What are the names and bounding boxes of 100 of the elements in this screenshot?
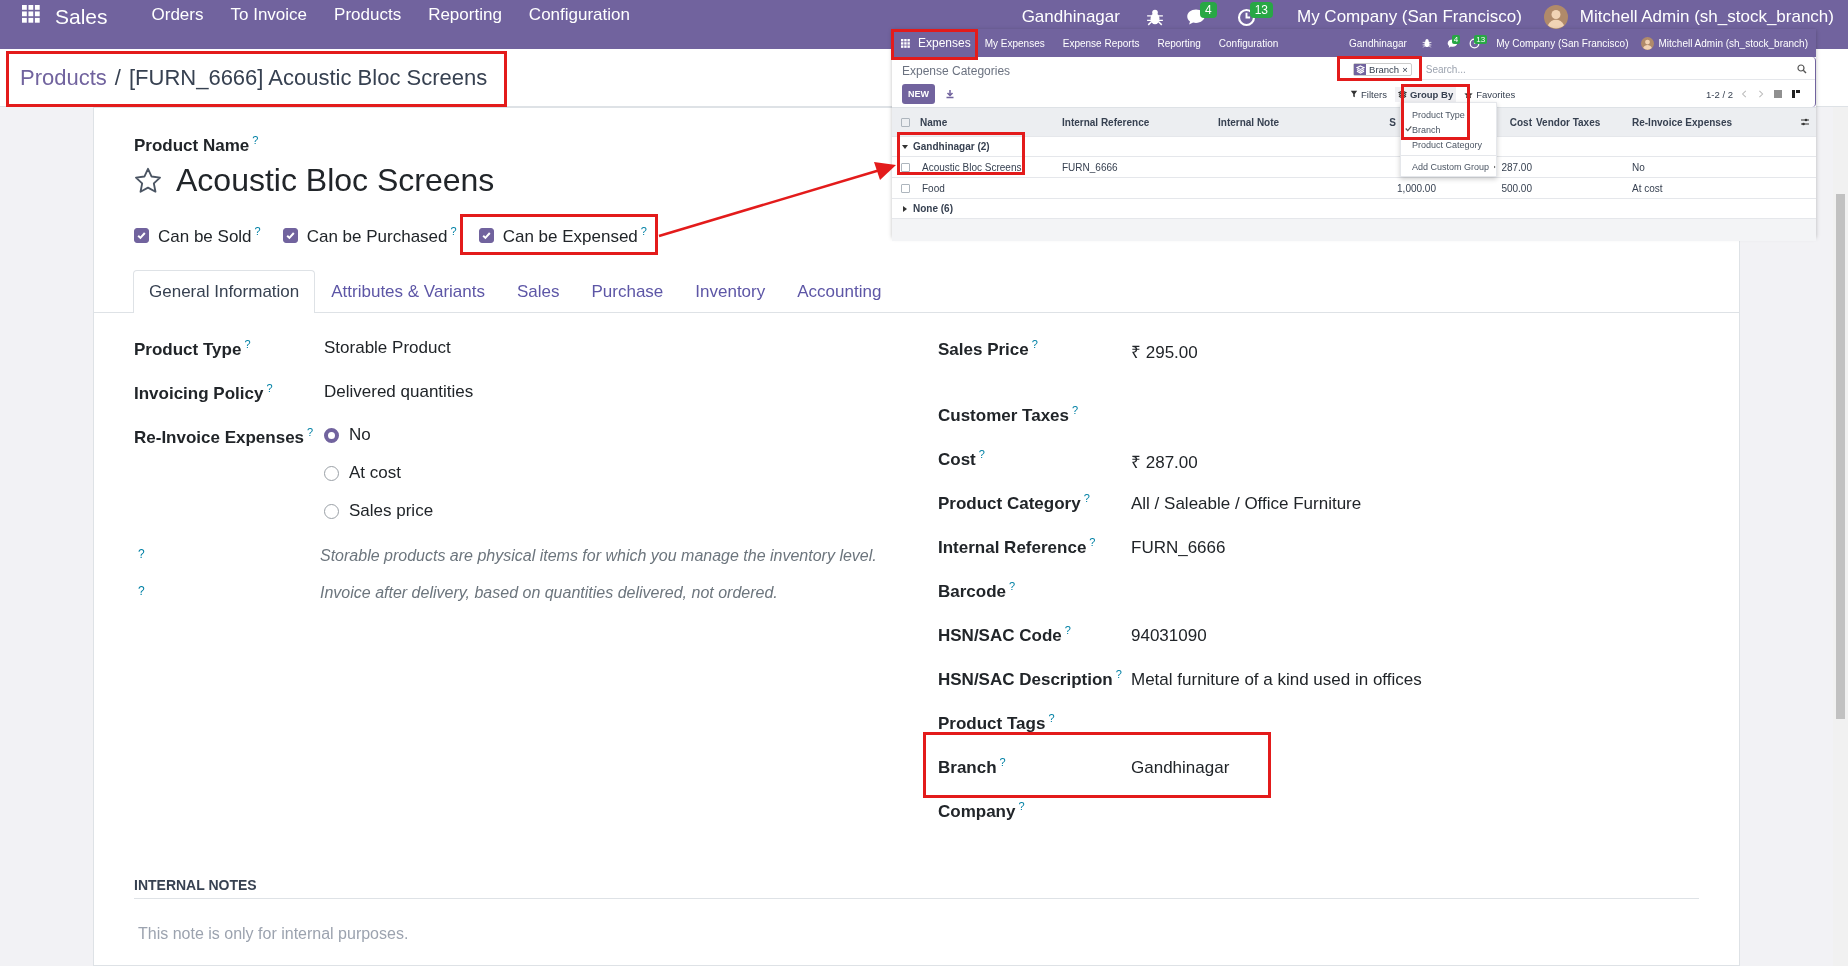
menu-item[interactable]: My Expenses <box>984 37 1045 49</box>
highlight-frame <box>1401 84 1470 140</box>
new-button[interactable]: NEW <box>902 84 935 104</box>
bug-icon[interactable] <box>1145 8 1164 26</box>
checkbox-label: Can be Sold$^{?}$ <box>158 224 261 247</box>
field-label: Internal Reference$^{?}$ <box>938 535 1097 558</box>
star-icon[interactable] <box>134 166 162 194</box>
company-switcher[interactable]: My Company (San Francisco) <box>1297 7 1522 27</box>
product-name[interactable]: Acoustic Bloc Screens <box>176 161 495 199</box>
table-cell: 287.00 <box>1501 161 1532 173</box>
column-header[interactable]: Re-Invoice Expenses <box>1632 116 1800 128</box>
apps-menu-icon[interactable] <box>22 5 40 23</box>
layers-icon <box>1355 64 1365 74</box>
activity-count: 13 <box>1474 34 1488 44</box>
column-header[interactable]: Name <box>920 116 1062 128</box>
app-name[interactable]: Expenses <box>918 36 971 50</box>
tab[interactable]: General Information <box>133 270 316 314</box>
layers-icon <box>1397 89 1407 99</box>
checkbox[interactable] <box>901 117 910 127</box>
checkmark-icon <box>136 230 147 241</box>
user-menu[interactable]: Mitchell Admin (sh_stock_branch) <box>1579 7 1834 27</box>
checkbox[interactable] <box>282 228 298 243</box>
help-mark[interactable]: ? <box>134 584 320 603</box>
tab[interactable]: Attributes & Variants <box>315 270 501 314</box>
field-label: Cost$^{?}$ <box>938 447 986 470</box>
field-value[interactable]: 94031090 <box>1131 621 1699 647</box>
search-icon[interactable] <box>1797 64 1807 74</box>
clock-icon[interactable] <box>1236 7 1256 27</box>
checkbox[interactable] <box>478 228 494 243</box>
checkbox-label: Can be Expensed$^{?}$ <box>502 224 647 247</box>
download-icon[interactable] <box>945 89 955 99</box>
branch-switcher[interactable]: Gandhinagar <box>1021 7 1120 27</box>
settings-icon[interactable] <box>1800 117 1810 127</box>
app-name[interactable]: Sales <box>55 5 108 29</box>
filters-button[interactable]: Filters <box>1350 88 1387 100</box>
scrollbar[interactable] <box>1833 107 1848 966</box>
field-label: Product Type$^{?}$ <box>134 337 252 360</box>
field-label: Branch$^{?}$ <box>938 755 1007 778</box>
bug-icon[interactable] <box>1421 38 1432 48</box>
menu-item[interactable]: Expense Reports <box>1062 37 1140 49</box>
breadcrumb-link[interactable]: Products <box>20 64 107 91</box>
column-header[interactable]: Internal Reference <box>1062 116 1218 128</box>
avatar-icon[interactable] <box>1641 36 1655 50</box>
page-title: Expense Categories <box>902 64 1012 78</box>
tab[interactable]: Sales <box>500 270 576 314</box>
field-label: HSN/SAC Description$^{?}$ <box>938 667 1123 690</box>
menu-item[interactable]: Products <box>334 5 402 25</box>
menu-item[interactable]: Configuration <box>1218 37 1279 49</box>
field-label: Product Tags$^{?}$ <box>938 711 1056 734</box>
message-count: 4 <box>1451 34 1461 44</box>
activity-count: 13 <box>1249 2 1273 18</box>
radio-label: Sales price <box>349 501 434 522</box>
field-value[interactable]: Delivered quantities <box>324 379 891 403</box>
field-value[interactable]: Metal furniture of a kind used in offices <box>1131 665 1699 691</box>
company-switcher[interactable]: My Company (San Francisco) <box>1496 37 1629 49</box>
favorites-button[interactable]: Favorites <box>1464 88 1516 100</box>
help-mark[interactable]: ? <box>134 547 320 566</box>
field-label: Re-Invoice Expenses$^{?}$ <box>134 425 315 448</box>
checkmark-icon <box>480 230 492 241</box>
branch-switcher[interactable]: Gandhinagar <box>1349 37 1407 49</box>
list-view-icon[interactable] <box>1773 89 1783 99</box>
field-value[interactable]: ₹ 287.00 <box>1131 445 1699 474</box>
checkbox[interactable] <box>901 183 910 193</box>
table-cell: 500.00 <box>1501 182 1532 194</box>
column-header[interactable]: Internal Note <box>1218 116 1338 128</box>
field-label: Product Category$^{?}$ <box>938 491 1091 514</box>
kanban-view-icon[interactable] <box>1791 89 1801 99</box>
tab[interactable]: Inventory <box>679 270 782 314</box>
field-label: Company$^{?}$ <box>938 799 1026 822</box>
tab[interactable]: Accounting <box>781 270 898 314</box>
help-text: Invoice after delivery, based on quantities delivered, not ordered. <box>320 584 779 603</box>
column-header[interactable]: Vendor Taxes <box>1536 116 1632 128</box>
field-label: Barcode$^{?}$ <box>938 579 1017 602</box>
tab[interactable]: Purchase <box>575 270 680 314</box>
section-title: INTERNAL NOTES <box>134 877 1699 900</box>
field-value[interactable]: All / Saleable / Office Furniture <box>1131 489 1699 515</box>
field-value[interactable]: ₹ 295.00 <box>1131 335 1699 364</box>
radio-label: At cost <box>349 463 401 484</box>
field-value[interactable]: Storable Product <box>324 335 891 359</box>
field-value[interactable]: FURN_6666 <box>1131 533 1699 559</box>
filter-icon[interactable] <box>1350 90 1359 98</box>
menu-item[interactable]: Reporting <box>428 5 502 25</box>
avatar-icon[interactable] <box>1543 5 1568 29</box>
dropdown-item[interactable]: Product Category <box>1401 137 1496 152</box>
apps-menu-icon[interactable] <box>901 38 910 48</box>
user-menu[interactable]: Mitchell Admin (sh_stock_branch) <box>1658 37 1808 49</box>
search-facet[interactable]: Branch × <box>1353 62 1412 76</box>
table-cell: FURN_6666 <box>1062 161 1118 173</box>
menu-item[interactable]: To Invoice <box>230 5 308 25</box>
help-text: Storable products are physical items for which you manage the inventory level. <box>320 547 878 566</box>
pager[interactable]: 1-2 / 2 <box>1706 88 1733 100</box>
menu-item[interactable]: Orders <box>151 5 204 25</box>
menu-item[interactable]: Reporting <box>1157 37 1201 49</box>
dropdown-item[interactable]: Add Custom Group <box>1401 159 1496 174</box>
field-label: Sales Price$^{?}$ <box>938 337 1039 360</box>
field-value[interactable]: Gandhinagar <box>1131 753 1699 779</box>
table-cell: 1,000.00 <box>1397 182 1436 194</box>
checkbox[interactable] <box>134 228 149 243</box>
menu-item[interactable]: Configuration <box>528 5 630 25</box>
radio-button[interactable] <box>324 427 339 443</box>
